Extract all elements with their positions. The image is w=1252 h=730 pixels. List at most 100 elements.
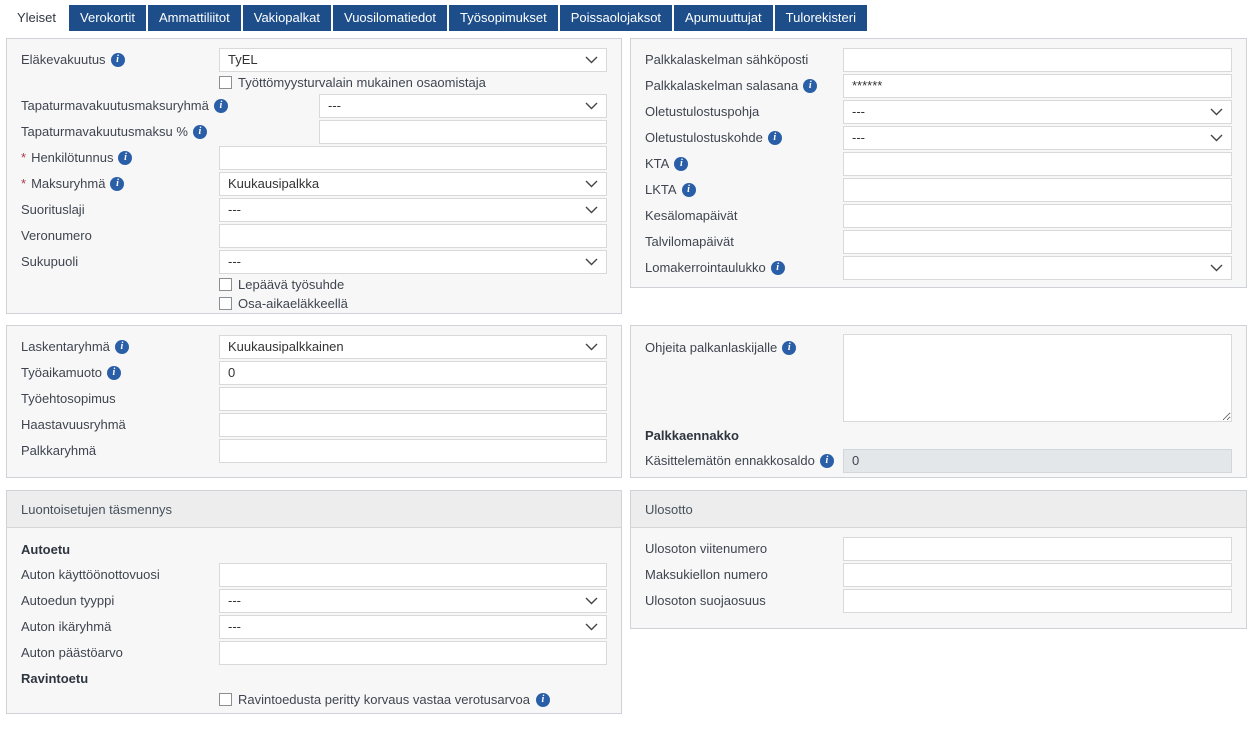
autoedun-tyyppi-select[interactable]: --- (219, 589, 607, 613)
tab-vakiopalkat[interactable]: Vakiopalkat (243, 5, 331, 31)
tapaturmaryhma-select[interactable]: --- (319, 94, 607, 118)
paastoarvo-input[interactable] (219, 641, 607, 665)
lomakerroin-label: Lomakerrointaulukko (645, 260, 766, 275)
lepaava-label: Lepäävä työsuhde (238, 277, 344, 292)
maksuryhma-label: Maksuryhmä (31, 176, 105, 191)
salasana-label: Palkkalaskelman salasana (645, 78, 798, 93)
info-icon[interactable]: i (214, 99, 228, 113)
chevron-down-icon (585, 623, 598, 631)
laskentaryhma-select[interactable]: Kuukausipalkkainen (219, 335, 607, 359)
palkkaryhma-label: Palkkaryhmä (21, 443, 96, 458)
lkta-input[interactable] (843, 178, 1232, 202)
palkkaryhma-input[interactable] (219, 439, 607, 463)
tab-apumuuttujat[interactable]: Apumuuttujat (674, 5, 773, 31)
tab-vuosilomatiedot[interactable]: Vuosilomatiedot (333, 5, 447, 31)
chevron-down-icon (585, 343, 598, 351)
veronumero-input[interactable] (219, 224, 607, 248)
ohjeita-textarea[interactable] (843, 334, 1232, 422)
tab-poissaolojaksot[interactable]: Poissaolojaksot (560, 5, 672, 31)
panel-calculation: Laskentaryhmä i Kuukausipalkkainen Työai… (6, 325, 622, 478)
ennakkosaldo-label: Käsittelemätön ennakkosaldo (645, 453, 815, 468)
ravintoetu-heading: Ravintoetu (21, 671, 607, 686)
tab-tulorekisteri[interactable]: Tulorekisteri (775, 5, 867, 31)
kesalomapaivat-input[interactable] (843, 204, 1232, 228)
field-row: KTA i (645, 151, 1232, 176)
palkkaennakko-heading: Palkkaennakko (645, 428, 1232, 443)
info-icon[interactable]: i (771, 261, 785, 275)
autoetu-heading: Autoetu (21, 542, 607, 557)
panel-ulosotto-header: Ulosotto (631, 491, 1246, 528)
chevron-down-icon (1210, 264, 1223, 272)
tulostuskohde-select[interactable]: --- (843, 126, 1232, 150)
talvilomapaivat-input[interactable] (843, 230, 1232, 254)
info-icon[interactable]: i (820, 454, 834, 468)
chevron-down-icon (585, 180, 598, 188)
elakevakuutus-label: Eläkevakuutus (21, 52, 106, 67)
panel-notes: Ohjeita palkanlaskijalle i Palkkaennakko… (630, 325, 1247, 478)
chevron-down-icon (1210, 134, 1223, 142)
info-icon[interactable]: i (115, 340, 129, 354)
veronumero-label: Veronumero (21, 228, 92, 243)
elakevakuutus-select[interactable]: TyEL (219, 48, 607, 72)
field-row: Veronumero (21, 223, 607, 248)
sukupuoli-select[interactable]: --- (219, 250, 607, 274)
tab-ammattiliitot[interactable]: Ammattiliitot (148, 5, 241, 31)
tab-verokortit[interactable]: Verokortit (69, 5, 146, 31)
field-row: Talvilomapäivät (645, 229, 1232, 254)
field-row: Auton päästöarvo (21, 640, 607, 665)
tulostuspohja-select[interactable]: --- (843, 100, 1232, 124)
maksukielto-input[interactable] (843, 563, 1232, 587)
info-icon[interactable]: i (782, 341, 796, 355)
info-icon[interactable]: i (682, 183, 696, 197)
field-row: Tapaturmavakuutusmaksuryhmä i --- (21, 93, 607, 118)
tyoehtosopimus-label: Työehtosopimus (21, 391, 116, 406)
info-icon[interactable]: i (674, 157, 688, 171)
lomakerroin-select[interactable] (843, 256, 1232, 280)
info-icon[interactable]: i (118, 151, 132, 165)
suojaosuus-label: Ulosoton suojaosuus (645, 593, 766, 608)
henkilotunnus-input[interactable] (219, 146, 607, 170)
haastavuusryhma-input[interactable] (219, 413, 607, 437)
kayttoonottovuosi-input[interactable] (219, 563, 607, 587)
info-icon[interactable]: i (110, 177, 124, 191)
info-icon[interactable]: i (107, 366, 121, 380)
ravintoetu-checkbox[interactable] (219, 693, 232, 706)
tapaturmamaksu-input[interactable] (319, 120, 607, 144)
panel-payslip: Palkkalaskelman sähköposti Palkkalaskelm… (630, 38, 1247, 288)
checkbox-row: Työttömyysturvalain mukainen osaomistaja (219, 74, 607, 91)
lepaava-checkbox[interactable] (219, 278, 232, 291)
tyoaikamuoto-input[interactable] (219, 361, 607, 385)
suojaosuus-input[interactable] (843, 589, 1232, 613)
osaomistaja-checkbox[interactable] (219, 76, 232, 89)
viitenumero-input[interactable] (843, 537, 1232, 561)
field-row: Palkkalaskelman sähköposti (645, 47, 1232, 72)
ohjeita-label: Ohjeita palkanlaskijalle (645, 340, 777, 355)
tyoaikamuoto-label: Työaikamuoto (21, 365, 102, 380)
info-icon[interactable]: i (111, 53, 125, 67)
kta-input[interactable] (843, 152, 1232, 176)
salasana-input[interactable] (843, 74, 1232, 98)
field-row: Maksukiellon numero (645, 562, 1232, 587)
panel-benefits-header: Luontoisetujen täsmennys (7, 491, 621, 528)
sahkoposti-input[interactable] (843, 48, 1232, 72)
ikaryhma-select[interactable]: --- (219, 615, 607, 639)
info-icon[interactable]: i (768, 131, 782, 145)
tab-yleiset[interactable]: Yleiset (6, 5, 67, 31)
field-row: Auton ikäryhmä --- (21, 614, 607, 639)
maksuryhma-select[interactable]: Kuukausipalkka (219, 172, 607, 196)
panel-ulosotto: Ulosotto Ulosoton viitenumero Maksukiell… (630, 490, 1247, 629)
lkta-label: LKTA (645, 182, 677, 197)
tyoehtosopimus-input[interactable] (219, 387, 607, 411)
sukupuoli-label: Sukupuoli (21, 254, 78, 269)
info-icon[interactable]: i (193, 125, 207, 139)
field-row: Laskentaryhmä i Kuukausipalkkainen (21, 334, 607, 359)
kta-label: KTA (645, 156, 669, 171)
chevron-down-icon (585, 597, 598, 605)
tab-bar: Yleiset Verokortit Ammattiliitot Vakiopa… (6, 5, 867, 31)
info-icon[interactable]: i (803, 79, 817, 93)
suorituslaji-select[interactable]: --- (219, 198, 607, 222)
tab-tyosopimukset[interactable]: Työsopimukset (449, 5, 558, 31)
info-icon[interactable]: i (536, 693, 550, 707)
required-asterisk: * (21, 176, 26, 191)
osaaika-checkbox[interactable] (219, 297, 232, 310)
